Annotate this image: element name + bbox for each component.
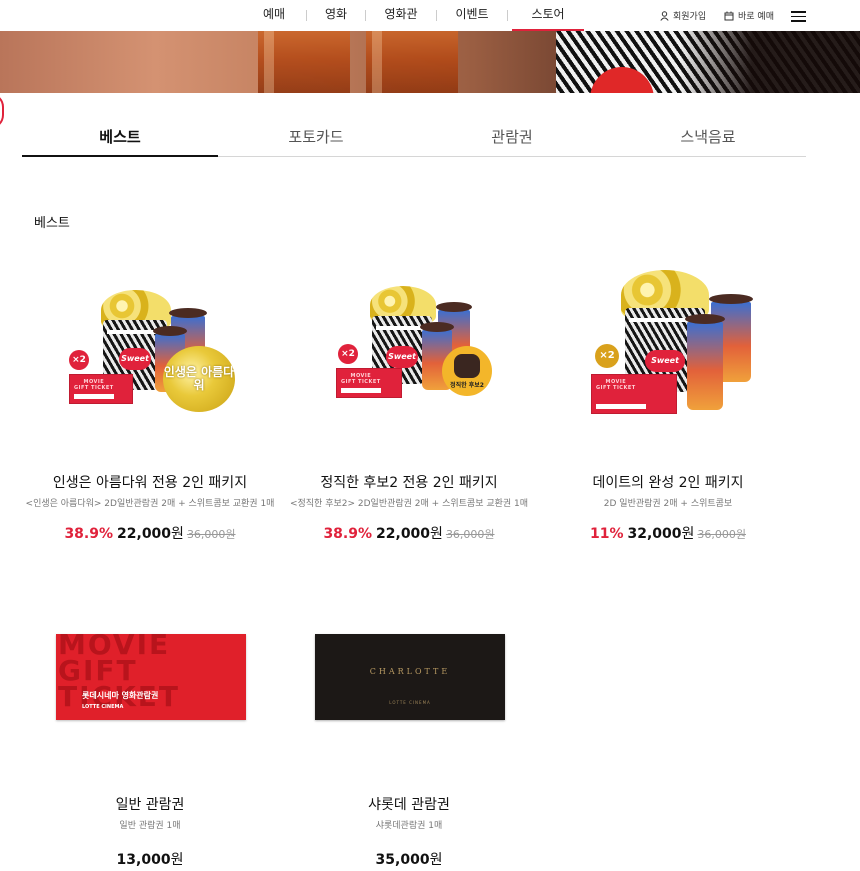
quantity-badge: ×2 (69, 350, 89, 370)
product-description: <인생은 아름다워> 2D일반관람권 2매 + 스위트콤보 교환권 1매 (25, 499, 275, 509)
sale-price: 22,000 (117, 526, 172, 542)
ticket-title: 롯데시네마 영화관람권 (82, 691, 159, 700)
product-image: Sweet MOVIE GIFT TICKET ×2 인생은 아름다워 (23, 250, 277, 440)
product-price: 13,000원 (23, 849, 277, 869)
tab-snacks[interactable]: 스낵음료 (610, 119, 806, 156)
gift-ticket-image[interactable]: MOVIE GIFT TICKET 롯데시네마 영화관람권 LOTTE CINE… (56, 634, 246, 720)
hamburger-menu-icon[interactable] (791, 11, 806, 22)
product-card[interactable]: Sweet MOVIE GIFT TICKET ×2 인생은 아름다워 인생은 아… (23, 250, 277, 543)
side-decoration (0, 93, 4, 129)
product-name: 데이트의 완성 2인 패키지 (592, 475, 744, 491)
drink-cup-image (366, 31, 458, 93)
movie-badge-label: 인생은 아름다워 (163, 365, 235, 392)
currency-unit: 원 (430, 526, 443, 542)
nav-divider (306, 10, 307, 21)
product-card[interactable]: 샤롯데 관람권 샤롯데관람권 1매 35,000원 (282, 794, 536, 869)
top-navigation: 예매 영화 영화관 이벤트 스토어 회원가입 바로 예매 (0, 0, 860, 31)
product-name: 정직한 후보2 전용 2인 패키지 (320, 475, 498, 491)
product-price: 35,000원 (282, 849, 536, 869)
main-menu: 예매 영화 영화관 이벤트 스토어 (258, 0, 584, 31)
signup-link[interactable]: 회원가입 (660, 0, 706, 31)
tab-photocard[interactable]: 포토카드 (218, 119, 414, 156)
product-description: <정직한 후보2> 2D일반관람권 2매 + 스위트콤보 교환권 1매 (289, 499, 529, 509)
product-card[interactable]: Sweet MOVIE GIFT TICKET ×2 데이트의 완성 2인 패키지… (541, 250, 795, 543)
nav-theaters[interactable]: 영화관 (382, 0, 420, 31)
sale-price: 22,000 (376, 526, 431, 542)
product-card[interactable]: Sweet MOVIE GIFT TICKET ×2 정직한 후보2 정직한 후보… (282, 250, 536, 543)
product-price: 38.9% 22,000원 36,000원 (282, 523, 536, 543)
quantity-badge: ×2 (595, 344, 619, 368)
sale-price: 13,000 (116, 852, 171, 868)
product-name: 일반 관람권 (115, 797, 185, 813)
sweet-logo: Sweet (119, 348, 151, 370)
product-name: 샤롯데 관람권 (368, 797, 450, 813)
quick-booking-label: 바로 예매 (738, 12, 774, 22)
currency-unit: 원 (681, 526, 695, 542)
store-banner (0, 31, 860, 93)
ticket-image: MOVIE GIFT TICKET (336, 368, 402, 398)
user-icon (660, 10, 669, 21)
product-name: 인생은 아름다워 전용 2인 패키지 (52, 475, 248, 491)
nav-divider (507, 10, 508, 21)
product-image: Sweet MOVIE GIFT TICKET ×2 (541, 250, 795, 440)
currency-unit: 원 (171, 526, 184, 542)
sweet-logo: Sweet (386, 346, 418, 368)
nav-booking[interactable]: 예매 (258, 0, 290, 31)
lotte-cinema-logo: LOTTE CINEMA (82, 704, 124, 710)
quantity-badge: ×2 (338, 344, 358, 364)
section-title: 베스트 (34, 216, 70, 231)
lotte-cinema-logo: LOTTE CINEMA (389, 700, 431, 705)
movie-badge-label: 정직한 후보2 (450, 382, 484, 389)
ticket-image: MOVIE GIFT TICKET (69, 374, 133, 404)
nav-movies[interactable]: 영화 (323, 0, 349, 31)
sweet-logo: Sweet (645, 350, 685, 372)
movie-badge: 정직한 후보2 (442, 346, 492, 396)
nav-store[interactable]: 스토어 (512, 0, 584, 31)
tab-tickets[interactable]: 관람권 (414, 119, 610, 156)
drink-cup-image (258, 31, 350, 93)
movie-badge: 인생은 아름다워 (163, 346, 235, 412)
sale-price: 32,000 (627, 526, 682, 542)
drink-image (685, 314, 725, 410)
discount-rate: 38.9% (64, 526, 114, 542)
nav-divider (365, 10, 366, 21)
currency-unit: 원 (170, 852, 184, 868)
product-description: 2D 일반관람권 2매 + 스위트콤보 (603, 499, 733, 509)
product-image: Sweet MOVIE GIFT TICKET ×2 정직한 후보2 (282, 250, 536, 440)
tab-best[interactable]: 베스트 (22, 119, 218, 157)
sale-price: 35,000 (375, 852, 430, 868)
charlotte-ticket-image[interactable]: CHARLOTTE LOTTE CINEMA (315, 634, 505, 720)
quick-booking-link[interactable]: 바로 예매 (724, 0, 774, 31)
discount-rate: 11% (589, 526, 624, 542)
product-description: 샤롯데관람권 1매 (375, 821, 443, 831)
product-price: 38.9% 22,000원 36,000원 (23, 523, 277, 543)
product-card[interactable]: 일반 관람권 일반 관람권 1매 13,000원 (23, 794, 277, 869)
ticket-title: CHARLOTTE (369, 667, 451, 676)
currency-unit: 원 (429, 852, 443, 868)
nav-divider (436, 10, 437, 21)
original-price: 36,000원 (697, 528, 747, 541)
product-price: 11% 32,000원 36,000원 (541, 523, 795, 543)
ticket-image: MOVIE GIFT TICKET (591, 374, 677, 414)
discount-rate: 38.9% (323, 526, 373, 542)
nav-events[interactable]: 이벤트 (453, 0, 491, 31)
product-description: 일반 관람권 1매 (119, 821, 181, 831)
banner-shade (680, 31, 860, 93)
original-price: 36,000원 (445, 528, 495, 541)
ticket-icon (724, 11, 734, 20)
original-price: 36,000원 (186, 528, 236, 541)
category-tabs: 베스트 포토카드 관람권 스낵음료 (22, 119, 806, 157)
signup-label: 회원가입 (673, 12, 707, 22)
